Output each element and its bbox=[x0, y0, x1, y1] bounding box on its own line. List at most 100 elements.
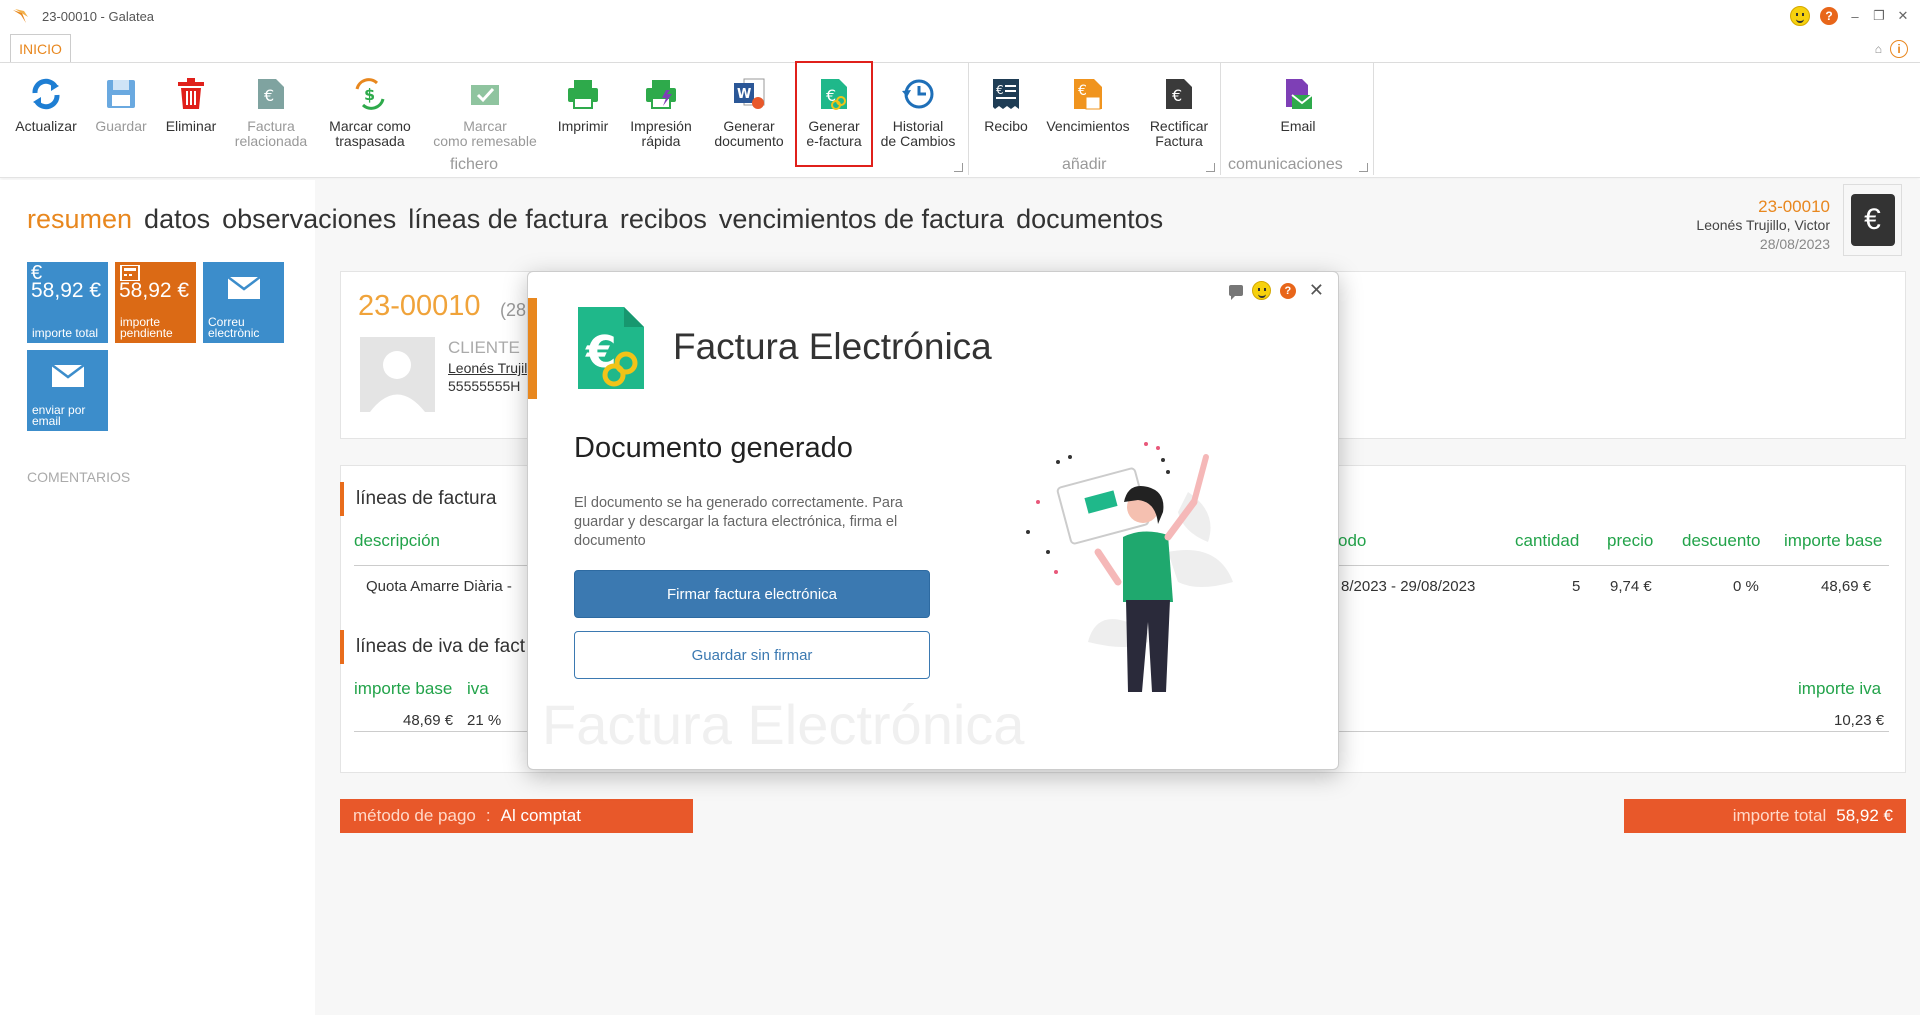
dialog-title: Factura Electrónica bbox=[673, 326, 992, 367]
row-precio: 9,74 € bbox=[1610, 578, 1652, 595]
summary-date: 28/08/2023 bbox=[1759, 236, 1830, 252]
window-title: 23-00010 - Galatea bbox=[42, 9, 155, 24]
feedback-smiley-icon[interactable] bbox=[1251, 281, 1271, 300]
transfer-money-icon: $ bbox=[355, 78, 385, 110]
payment-method-value: Al comptat bbox=[500, 806, 581, 825]
ribbon: Actualizar Guardar Eliminar € Factura re… bbox=[0, 61, 1920, 178]
fichero-group-launcher-icon[interactable] bbox=[954, 163, 963, 172]
minimize-icon[interactable]: – bbox=[1848, 9, 1862, 24]
client-id: 55555555H bbox=[448, 378, 521, 394]
svg-text:€: € bbox=[1172, 86, 1182, 105]
anadir-group-launcher-icon[interactable] bbox=[1206, 163, 1215, 172]
efactura-document-icon: € bbox=[578, 307, 644, 389]
receipt-icon: € bbox=[993, 79, 1019, 109]
help-icon[interactable]: ? bbox=[1279, 282, 1296, 299]
col-precio: precio bbox=[1607, 531, 1654, 550]
invoice-date: (28 bbox=[500, 300, 527, 320]
comunicaciones-group-launcher-icon[interactable] bbox=[1359, 163, 1368, 172]
recibo-button[interactable]: € Recibo bbox=[978, 75, 1034, 134]
iva-row-importe-base: 48,69 € bbox=[403, 712, 454, 729]
tab-inicio[interactable]: INICIO bbox=[10, 34, 71, 62]
printer-icon bbox=[568, 80, 598, 109]
dialog-watermark: Factura Electrónica bbox=[542, 693, 1025, 756]
col-periodo: odo bbox=[1338, 531, 1367, 550]
galatea-logo-icon bbox=[13, 9, 28, 23]
firmar-factura-button[interactable]: Firmar factura electrónica bbox=[574, 570, 930, 618]
tab-vencimientos[interactable]: vencimientos de factura bbox=[719, 204, 1004, 235]
col-descripcion: descripción bbox=[354, 531, 440, 550]
group-label-comunicaciones: comunicaciones bbox=[1228, 156, 1343, 173]
guardar-button[interactable]: Guardar bbox=[92, 75, 150, 134]
client-name-link[interactable]: Leonés Trujil bbox=[448, 360, 527, 376]
factura-relacionada-button[interactable]: € Factura relacionada bbox=[230, 75, 312, 149]
euro-icon: € bbox=[31, 261, 43, 284]
email-button[interactable]: Email bbox=[1270, 75, 1326, 134]
actualizar-button[interactable]: Actualizar bbox=[12, 75, 80, 134]
section-title-iva: líneas de iva de fact bbox=[340, 630, 525, 664]
close-icon[interactable]: ✕ bbox=[1309, 280, 1324, 301]
generar-documento-button[interactable]: W Generar documento bbox=[708, 75, 790, 149]
chat-icon[interactable] bbox=[1228, 285, 1243, 300]
woman-holding-document-illustration bbox=[1026, 442, 1233, 692]
generar-efactura-button[interactable]: € Generar e-factura bbox=[795, 61, 873, 167]
trash-icon bbox=[178, 78, 204, 109]
vencimientos-button[interactable]: € Vencimientos bbox=[1042, 75, 1134, 134]
email-document-icon bbox=[1286, 79, 1313, 109]
info-icon[interactable]: i bbox=[1890, 40, 1908, 58]
section-title-lineas: líneas de factura bbox=[340, 482, 496, 516]
collapse-ribbon-icon[interactable]: ⌂ bbox=[1875, 42, 1882, 56]
group-label-fichero: fichero bbox=[450, 156, 499, 173]
marcar-remesable-button[interactable]: Marcar como remesable bbox=[426, 75, 544, 149]
euro-document-icon: € bbox=[1850, 194, 1895, 246]
euro-document-link-icon: € bbox=[258, 79, 284, 109]
section-tabs: resumen datos observaciones líneas de fa… bbox=[27, 204, 1163, 235]
efactura-icon: € bbox=[821, 79, 847, 110]
calculator-icon bbox=[119, 265, 192, 281]
rectificar-factura-button[interactable]: € Rectificar Factura bbox=[1142, 75, 1216, 149]
tile-correu-electronic[interactable]: Correu electrònic bbox=[203, 262, 284, 343]
money-check-icon bbox=[471, 85, 499, 105]
group-separator bbox=[1373, 63, 1374, 175]
client-label: CLIENTE bbox=[448, 338, 520, 357]
tile-importe-pendiente[interactable]: 58,92 € importe pendiente bbox=[115, 262, 196, 343]
col-iva: iva bbox=[467, 679, 489, 698]
iva-row-importe-iva: 10,23 € bbox=[1834, 712, 1885, 729]
title-bar: 23-00010 - Galatea ? – ❐ ✕ bbox=[0, 0, 1920, 34]
due-dates-calendar-icon: € bbox=[1074, 79, 1102, 110]
tile-enviar-email[interactable]: enviar por email bbox=[27, 350, 108, 431]
svg-text:€: € bbox=[585, 327, 617, 378]
dialog-description: El documento se ha generado correctament… bbox=[574, 495, 903, 549]
tab-observaciones[interactable]: observaciones bbox=[222, 204, 396, 235]
tab-documentos[interactable]: documentos bbox=[1016, 204, 1163, 235]
refresh-icon bbox=[32, 78, 60, 110]
tab-resumen[interactable]: resumen bbox=[27, 204, 132, 235]
comentarios-label: COMENTARIOS bbox=[27, 469, 131, 485]
tab-lineas-factura[interactable]: líneas de factura bbox=[408, 204, 608, 235]
historial-cambios-button[interactable]: Historial de Cambios bbox=[876, 75, 960, 149]
document-type-badge: € bbox=[1843, 184, 1902, 256]
row-importe-base: 48,69 € bbox=[1821, 578, 1872, 595]
close-icon[interactable]: ✕ bbox=[1896, 8, 1910, 24]
guardar-sin-firmar-button[interactable]: Guardar sin firmar bbox=[574, 631, 930, 679]
col-importe-iva: importe iva bbox=[1798, 679, 1882, 698]
help-icon[interactable]: ? bbox=[1820, 7, 1838, 25]
history-clock-icon bbox=[902, 79, 934, 109]
eliminar-button[interactable]: Eliminar bbox=[160, 75, 222, 134]
impresion-rapida-button[interactable]: Impresión rápida bbox=[622, 75, 700, 149]
total-bar: importe total 58,92 € bbox=[1624, 799, 1906, 833]
imprimir-button[interactable]: Imprimir bbox=[552, 75, 614, 134]
restore-icon[interactable]: ❐ bbox=[1872, 8, 1886, 24]
avatar bbox=[360, 337, 435, 412]
efactura-dialog: ? ✕ € Factura Electrónica Documento gene… bbox=[527, 271, 1339, 770]
feedback-smiley-icon[interactable] bbox=[1790, 6, 1810, 26]
tile-importe-total[interactable]: € 58,92 € importe total bbox=[27, 262, 108, 343]
svg-text:W: W bbox=[737, 87, 751, 102]
tab-recibos[interactable]: recibos bbox=[620, 204, 707, 235]
marcar-traspasada-button[interactable]: $ Marcar como traspasada bbox=[322, 75, 418, 149]
tab-datos[interactable]: datos bbox=[144, 204, 210, 235]
col-descuento: descuento bbox=[1682, 531, 1761, 550]
svg-text:€: € bbox=[264, 86, 274, 105]
document-summary: 23-00010 Leonés Trujillo, Victor 28/08/2… bbox=[1696, 197, 1830, 254]
rectify-invoice-icon: € bbox=[1166, 79, 1192, 109]
word-document-icon: W bbox=[734, 78, 765, 109]
